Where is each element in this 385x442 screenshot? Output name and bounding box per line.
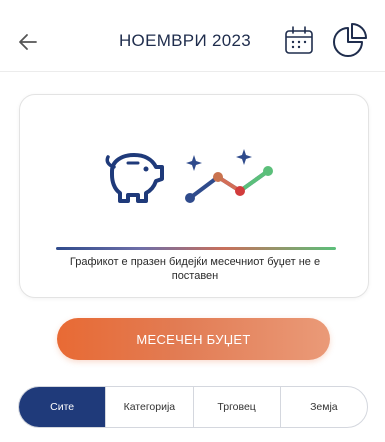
top-header: НОЕМВРИ 2023 bbox=[0, 0, 385, 72]
filter-segmented-control: Сите Категорија Трговец Земја bbox=[18, 386, 368, 428]
empty-chart-card: Графикот е празен бидејќи месечниот буџе… bbox=[19, 94, 369, 298]
filter-tab-country[interactable]: Земја bbox=[281, 387, 367, 427]
piggy-bank-icon bbox=[105, 153, 164, 203]
filter-tab-merchant[interactable]: Трговец bbox=[194, 387, 281, 427]
filter-tab-category[interactable]: Категорија bbox=[106, 387, 194, 427]
pie-chart-icon bbox=[333, 23, 367, 57]
calendar-button[interactable] bbox=[282, 24, 316, 58]
calendar-icon bbox=[285, 26, 313, 54]
back-button[interactable] bbox=[14, 28, 42, 56]
empty-chart-message: Графикот е празен бидејќи месечниот буџе… bbox=[69, 256, 321, 282]
arrow-left-icon bbox=[19, 34, 37, 50]
filter-tab-all[interactable]: Сите bbox=[19, 387, 107, 427]
monthly-budget-button[interactable]: МЕСЕЧЕН БУЏЕТ bbox=[57, 318, 330, 360]
trend-graph-icon bbox=[185, 149, 273, 203]
chart-button[interactable] bbox=[330, 20, 370, 60]
divider-line bbox=[56, 247, 336, 250]
month-title[interactable]: НОЕМВРИ 2023 bbox=[100, 31, 270, 51]
